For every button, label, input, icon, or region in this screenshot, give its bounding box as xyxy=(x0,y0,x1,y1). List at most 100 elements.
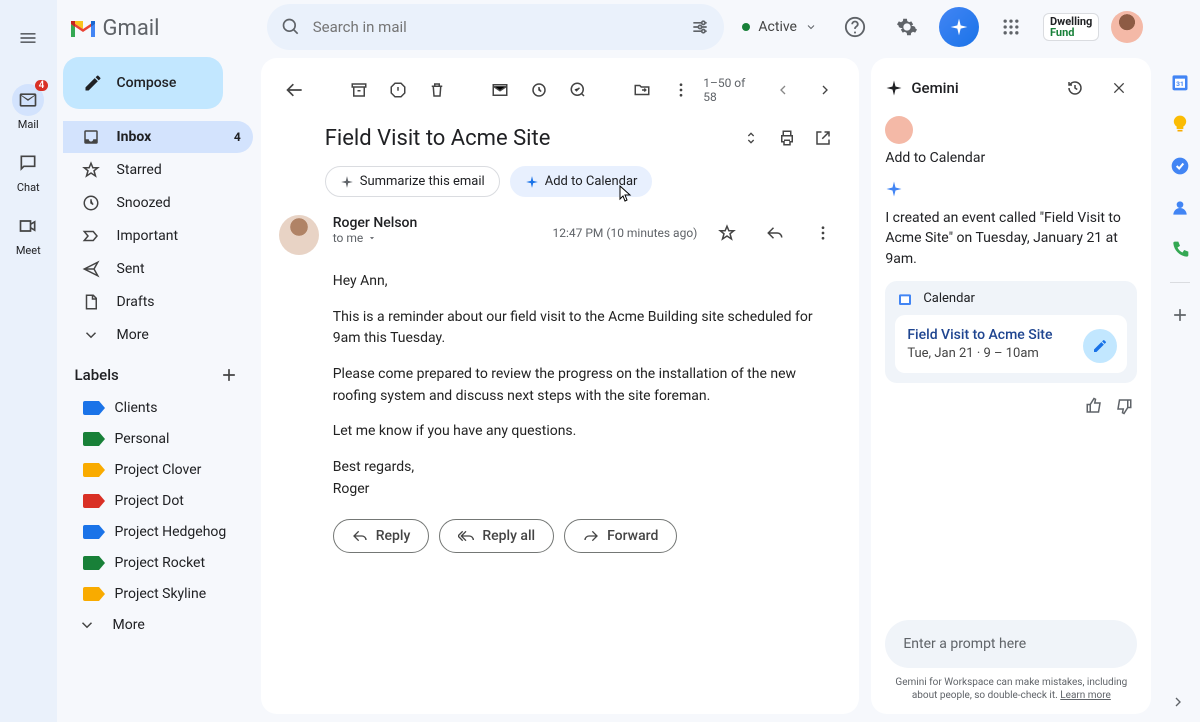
back-button[interactable] xyxy=(279,72,312,108)
compose-button[interactable]: Compose xyxy=(63,57,223,109)
meet-icon xyxy=(12,210,44,242)
print-button[interactable] xyxy=(769,120,805,156)
label-item[interactable]: Personal xyxy=(63,424,253,454)
label-tag-icon xyxy=(83,432,99,446)
next-page-button[interactable] xyxy=(809,72,842,108)
reply-button[interactable]: Reply xyxy=(333,519,430,553)
search-input[interactable] xyxy=(313,18,679,36)
apps-button[interactable] xyxy=(991,7,1031,47)
spam-button[interactable] xyxy=(381,72,414,108)
gemini-button[interactable] xyxy=(939,7,979,47)
nav-sent[interactable]: Sent xyxy=(63,253,253,285)
more-button[interactable] xyxy=(664,72,697,108)
nav-drafts[interactable]: Drafts xyxy=(63,286,253,318)
thumbs-up-button[interactable] xyxy=(1085,397,1103,415)
org-chip: DwellingFund xyxy=(1043,13,1099,41)
svg-text:31: 31 xyxy=(1176,80,1184,88)
status-dot-icon xyxy=(742,23,750,31)
chevron-down-icon xyxy=(367,233,377,243)
search-options-icon[interactable] xyxy=(690,17,710,37)
rail-mail[interactable]: 4 Mail xyxy=(0,78,56,137)
spark-icon xyxy=(340,175,354,189)
nav-snoozed[interactable]: Snoozed xyxy=(63,187,253,219)
calendar-app-icon[interactable]: 31 xyxy=(1170,72,1190,92)
star-message-button[interactable] xyxy=(709,215,745,251)
nav-more[interactable]: More xyxy=(63,319,253,351)
labels-more[interactable]: More xyxy=(57,609,253,641)
star-icon xyxy=(81,161,101,179)
close-panel-button[interactable] xyxy=(1101,70,1137,106)
label-item[interactable]: Project Dot xyxy=(63,486,253,516)
archive-button[interactable] xyxy=(342,72,375,108)
add-addon-button[interactable] xyxy=(1170,305,1190,325)
message-time: 12:47 PM (10 minutes ago) xyxy=(552,226,697,240)
snooze-button[interactable] xyxy=(523,72,556,108)
edit-event-button[interactable] xyxy=(1083,329,1117,363)
voice-app-icon[interactable] xyxy=(1170,240,1190,260)
reply-all-button[interactable]: Reply all xyxy=(439,519,554,553)
search-bar[interactable] xyxy=(267,4,725,50)
add-to-calendar-chip[interactable]: Add to Calendar xyxy=(510,166,653,197)
add-label-button[interactable] xyxy=(219,365,239,385)
status-chip[interactable]: Active xyxy=(736,19,823,35)
prompt-input[interactable]: Enter a prompt here xyxy=(885,620,1137,668)
forward-button[interactable]: Forward xyxy=(564,519,677,553)
nav-important[interactable]: Important xyxy=(63,220,253,252)
spark-icon xyxy=(885,79,903,97)
sender-avatar xyxy=(279,215,319,255)
collapse-panel-button[interactable] xyxy=(1168,692,1188,712)
calendar-icon xyxy=(897,291,913,307)
learn-more-link[interactable]: Learn more xyxy=(1060,690,1111,701)
summarize-chip[interactable]: Summarize this email xyxy=(325,166,500,197)
sent-icon xyxy=(81,260,101,278)
label-item[interactable]: Project Hedgehog xyxy=(63,517,253,547)
email-body: Hey Ann, This is a reminder about our fi… xyxy=(279,259,842,519)
open-new-window-button[interactable] xyxy=(805,120,841,156)
rail-chat[interactable]: Chat xyxy=(0,141,56,200)
gemini-response: I created an event called "Field Visit t… xyxy=(885,208,1137,269)
gemini-title: Gemini xyxy=(911,79,1049,97)
search-icon xyxy=(281,17,301,37)
settings-button[interactable] xyxy=(887,7,927,47)
label-item[interactable]: Project Skyline xyxy=(63,579,253,609)
keep-app-icon[interactable] xyxy=(1170,114,1190,134)
forward-icon xyxy=(583,528,599,544)
gmail-logo-icon xyxy=(69,18,97,40)
history-button[interactable] xyxy=(1057,70,1093,106)
delete-button[interactable] xyxy=(420,72,453,108)
labels-header: Labels xyxy=(75,366,119,384)
label-tag-icon xyxy=(83,494,99,508)
move-to-button[interactable] xyxy=(625,72,658,108)
label-tag-icon xyxy=(83,556,99,570)
chevron-down-icon xyxy=(81,326,101,344)
expand-button[interactable] xyxy=(733,120,769,156)
thumbs-down-button[interactable] xyxy=(1115,397,1133,415)
email-subject: Field Visit to Acme Site xyxy=(325,126,734,151)
label-item[interactable]: Clients xyxy=(63,393,253,423)
support-button[interactable] xyxy=(835,7,875,47)
add-task-button[interactable] xyxy=(562,72,595,108)
sender-to[interactable]: to me xyxy=(333,231,418,245)
contacts-app-icon[interactable] xyxy=(1170,198,1190,218)
tasks-app-icon[interactable] xyxy=(1170,156,1190,176)
account-avatar[interactable] xyxy=(1111,11,1143,43)
label-tag-icon xyxy=(83,463,99,477)
reply-icon-button[interactable] xyxy=(757,215,793,251)
mark-unread-button[interactable] xyxy=(484,72,517,108)
prev-page-button[interactable] xyxy=(766,72,799,108)
rail-meet[interactable]: Meet xyxy=(0,204,56,263)
nav-inbox[interactable]: Inbox 4 xyxy=(63,121,253,153)
mail-badge: 4 xyxy=(35,80,49,91)
message-more-button[interactable] xyxy=(805,215,841,251)
brand: Gmail xyxy=(57,8,253,57)
calendar-card[interactable]: Calendar Field Visit to Acme Site Tue, J… xyxy=(885,281,1137,383)
nav-starred[interactable]: Starred xyxy=(63,154,253,186)
gemini-spark-icon xyxy=(885,180,1137,198)
label-item[interactable]: Project Rocket xyxy=(63,548,253,578)
sender-name: Roger Nelson xyxy=(333,215,418,231)
label-tag-icon xyxy=(83,587,99,601)
spark-icon xyxy=(525,175,539,189)
main-menu-button[interactable] xyxy=(8,18,48,58)
label-tag-icon xyxy=(83,401,99,415)
label-item[interactable]: Project Clover xyxy=(63,455,253,485)
